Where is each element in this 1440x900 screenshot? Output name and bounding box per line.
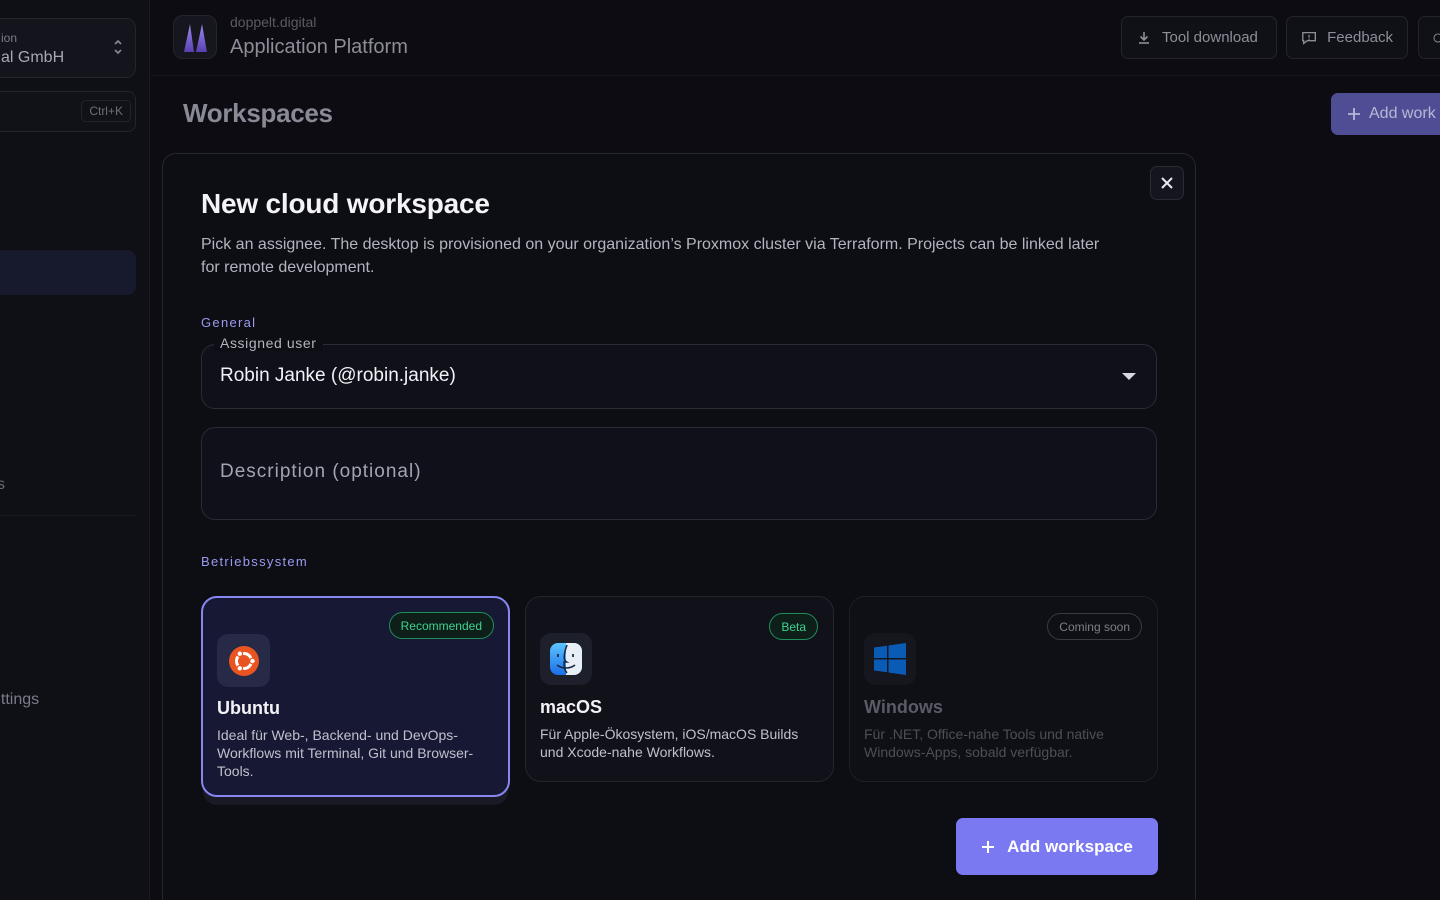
add-workspace-header-button[interactable]: Add work: [1331, 93, 1440, 135]
download-icon: [1139, 31, 1149, 44]
help-button[interactable]: [1418, 16, 1440, 59]
close-icon: [1161, 177, 1173, 189]
os-option-windows: Coming soon Windows Für .NET, Office-nah…: [849, 596, 1158, 782]
os-option-macos[interactable]: Beta macOS Für Apple-Ökosystem, iOS/macO…: [525, 596, 834, 782]
description-input[interactable]: Description (optional): [201, 427, 1157, 520]
top-bar: doppelt.digital Application Platform Too…: [151, 0, 1440, 76]
add-workspace-label: Add workspace: [1007, 836, 1133, 856]
logo-icon: [184, 24, 207, 52]
dialog-description: Pick an assignee. The desktop is provisi…: [201, 236, 1100, 276]
caret-down-icon: [1122, 373, 1136, 380]
os-option-description: Ideal für Web-, Backend- und DevOps-Work…: [217, 727, 474, 779]
search-shortcut-hint: Ctrl+K: [81, 100, 131, 122]
os-option-name: Windows: [864, 697, 943, 717]
description-placeholder: Description (optional): [220, 461, 422, 482]
feedback-button[interactable]: Feedback: [1286, 16, 1408, 59]
os-option-ubuntu[interactable]: Recommended Ubuntu Ideal für Web-, Backe…: [201, 596, 510, 797]
assigned-user-value: Robin Janke (@robin.janke): [220, 365, 456, 386]
sidebar-divider: [0, 515, 136, 516]
search-input[interactable]: Ctrl+K: [0, 91, 136, 132]
sidebar-item-active[interactable]: [0, 250, 136, 295]
dialog-title: New cloud workspace: [201, 188, 490, 219]
sidebar-item-label[interactable]: s: [0, 476, 5, 494]
app-logo: [173, 15, 217, 59]
assigned-user-select[interactable]: Assigned user Robin Janke (@robin.janke): [201, 335, 1157, 409]
os-option-description: Für Apple-Ökosystem, iOS/macOS Builds un…: [540, 726, 799, 760]
sidebar: ion al GmbH Ctrl+K s ettings: [0, 0, 150, 900]
plus-icon: [1348, 108, 1360, 120]
tool-download-button[interactable]: Tool download: [1121, 16, 1277, 59]
beta-badge: Beta: [769, 613, 818, 640]
org-switcher-label: ion: [1, 31, 18, 45]
plus-icon: [982, 840, 995, 853]
org-switcher[interactable]: ion al GmbH: [0, 18, 136, 78]
feedback-label: Feedback: [1327, 29, 1393, 46]
os-option-description: Für .NET, Office-nahe Tools und native W…: [864, 726, 1104, 760]
new-workspace-dialog: New cloud workspace Pick an assignee. Th…: [162, 153, 1196, 900]
page-title: Workspaces: [183, 98, 333, 128]
sidebar-item-settings[interactable]: ettings: [0, 691, 39, 709]
tool-download-label: Tool download: [1162, 29, 1258, 46]
os-option-name: macOS: [540, 697, 603, 717]
section-label-os: Betriebssystem: [201, 554, 309, 569]
windows-icon: [864, 633, 916, 685]
chevron-up-down-icon: [114, 39, 122, 55]
section-label-general: General: [201, 315, 257, 330]
ubuntu-icon: [217, 634, 270, 687]
feedback-icon: [1302, 31, 1317, 45]
add-workspace-header-label: Add work: [1369, 105, 1436, 122]
org-switcher-name: al GmbH: [1, 49, 65, 66]
os-option-name: Ubuntu: [217, 698, 280, 718]
app-domain: doppelt.digital: [230, 14, 317, 30]
recommended-badge: Recommended: [388, 612, 494, 639]
assigned-user-label: Assigned user: [214, 335, 323, 351]
help-icon: [1433, 32, 1440, 43]
coming-soon-badge: Coming soon: [1047, 613, 1142, 640]
finder-icon: [540, 633, 592, 685]
add-workspace-button[interactable]: Add workspace: [956, 818, 1158, 875]
app-title: Application Platform: [230, 36, 408, 58]
close-button[interactable]: [1150, 166, 1184, 200]
